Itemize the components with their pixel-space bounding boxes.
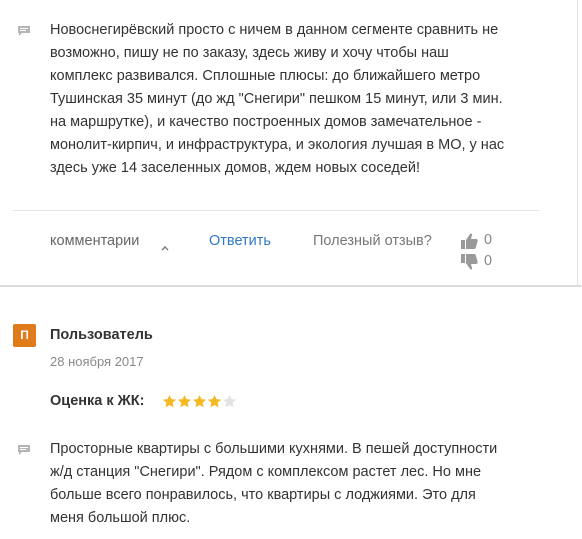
avatar: П [13,324,36,347]
review-text-line: ж/д станция "Снегири". Рядом с комплексо… [50,464,482,480]
review-actions: комментарии Ответить Полезный отзыв? 0 0 [0,231,582,271]
chevron-up-icon[interactable] [160,243,170,253]
review-date: 28 ноября 2017 [50,354,144,369]
star-icon [177,394,192,408]
star-icon [222,394,237,408]
review-text-line: на маршрутке), и качество построенных до… [50,114,482,130]
comment-icon [18,26,30,36]
review-text-line: Просторные квартиры с большими кухнями. … [50,441,498,457]
star-icon [162,394,177,408]
username: Пользователь [50,327,153,343]
review-text-line: Тушинская 35 минут (до жд "Снегири" пешк… [50,91,503,107]
review-text: Новоснегирёвский просто с ничем в данном… [50,19,550,180]
review-text-line: возможно, пишу не по заказу, здесь живу … [50,45,449,61]
thumbs-up-icon [461,233,478,249]
thumbs-down-icon [461,254,478,270]
comment-icon [18,445,30,455]
dislike-button[interactable]: 0 [461,253,501,271]
helpful-question-text: Полезный отзыв? [313,233,432,249]
review-text-line: больше всего понравилось, что квартиры с… [50,487,476,503]
review-text-line: Новоснегирёвский просто с ничем в данном… [50,22,499,38]
review-text-line: меня большой плюс. [50,510,191,526]
divider [12,210,540,211]
review-separator [0,285,582,287]
reply-button[interactable]: Ответить [209,233,271,249]
comments-button[interactable]: комментарии [50,233,139,249]
review-text: Просторные квартиры с большими кухнями. … [50,438,550,530]
like-count: 0 [484,232,493,248]
like-button[interactable]: 0 [461,232,501,250]
star-icon [207,394,222,408]
review-text-line: монолит-кирпич, и инфраструктура, и экол… [50,137,505,153]
helpful-question-label: Полезный отзыв? [313,233,438,249]
review-text-line: здесь уже 14 заселенных домов, ждем новы… [50,160,420,176]
dislike-count: 0 [484,253,493,269]
star-icon [192,394,207,408]
rating-label: Оценка к ЖК: [50,393,145,409]
review-text-line: комплекс развивался. Сплошные плюсы: до … [50,68,481,84]
